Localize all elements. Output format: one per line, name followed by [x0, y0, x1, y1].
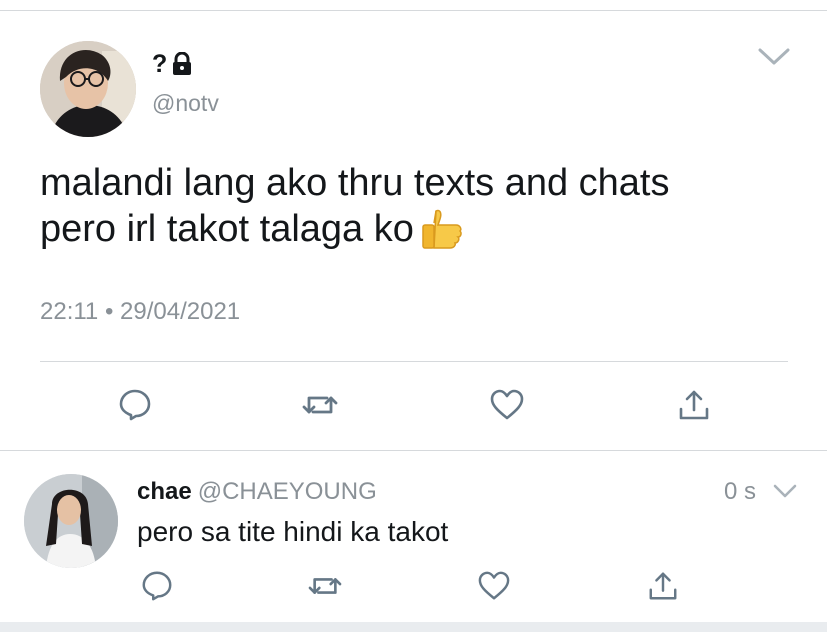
tweet-date: 29/04/2021: [120, 298, 241, 325]
like-icon: [490, 389, 524, 420]
reply-display-name[interactable]: chae: [137, 478, 192, 505]
lock-icon: [173, 52, 192, 75]
like-button[interactable]: [487, 385, 527, 425]
tweet-time: 22:11: [40, 298, 99, 325]
reply-icon: [119, 389, 151, 421]
like-button[interactable]: [474, 566, 514, 606]
tweet-text-line: pero irl takot talaga ko: [40, 206, 800, 252]
top-divider: [0, 10, 827, 11]
retweet-icon: [302, 396, 338, 414]
chevron-down-icon[interactable]: [772, 482, 798, 500]
chevron-down-icon[interactable]: [756, 44, 792, 68]
divider: [0, 450, 827, 451]
display-name[interactable]: ?: [152, 50, 167, 79]
tweet-text-line: malandi lang ako thru texts and chats: [40, 162, 670, 204]
reply-button[interactable]: [137, 566, 177, 606]
retweet-icon: [308, 578, 342, 594]
share-icon: [649, 572, 677, 600]
timestamp-separator: •: [104, 298, 114, 325]
author-handle[interactable]: @notv: [152, 90, 219, 117]
avatar[interactable]: [40, 41, 136, 137]
tweet-timestamp[interactable]: 22:11 • 29/04/2021: [40, 298, 240, 326]
share-button[interactable]: [643, 566, 683, 606]
thumbs-up-emoji: [422, 209, 462, 249]
author-name-row[interactable]: ?: [152, 49, 193, 79]
reply-timestamp[interactable]: 0 s: [724, 478, 756, 506]
bottom-separator: [0, 622, 827, 632]
reply-avatar[interactable]: [24, 474, 118, 568]
share-button[interactable]: [674, 385, 714, 425]
reply-icon: [142, 571, 172, 601]
reply-author[interactable]: chae @CHAEYOUNG: [137, 478, 377, 506]
reply-handle[interactable]: @CHAEYOUNG: [198, 478, 377, 505]
retweet-button[interactable]: [305, 566, 345, 606]
reply-text: pero sa tite hindi ka takot: [137, 516, 449, 547]
reply-button[interactable]: [115, 385, 155, 425]
tweet-text: malandi lang ako thru texts and chats pe…: [40, 160, 800, 252]
like-icon: [478, 571, 510, 600]
share-icon: [679, 390, 709, 420]
retweet-button[interactable]: [300, 385, 340, 425]
divider: [40, 361, 788, 362]
